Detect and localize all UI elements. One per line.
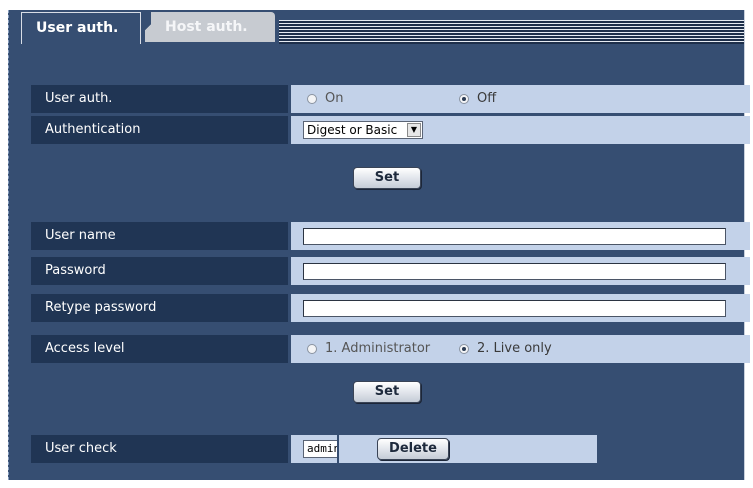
retype-password-input[interactable] — [303, 300, 726, 317]
user-auth-on-label: On — [325, 91, 344, 106]
set-user-button[interactable]: Set — [353, 381, 421, 403]
password-input[interactable] — [303, 263, 726, 280]
tab-host-auth[interactable]: Host auth. — [145, 12, 275, 42]
user-auth-off-label: Off — [477, 91, 497, 106]
password-value-cell — [291, 257, 750, 285]
access-administrator-label: 1. Administrator — [325, 341, 431, 356]
access-live-only-label: 2. Live only — [477, 341, 552, 356]
user-name-value-cell — [291, 222, 750, 250]
delete-button[interactable]: Delete — [377, 438, 449, 460]
access-level-value-cell: 1. Administrator 2. Live only — [291, 335, 750, 363]
user-auth-on-radio[interactable]: On — [307, 92, 343, 106]
retype-password-value-cell — [291, 294, 750, 322]
tab-bar-decoration — [279, 20, 744, 44]
row-user-name: User name — [31, 222, 750, 250]
tab-corner-decoration — [145, 12, 151, 42]
row-password: Password — [31, 257, 750, 285]
user-name-input[interactable] — [303, 228, 726, 245]
radio-icon — [459, 344, 469, 354]
authentication-selected-value: Digest or Basic — [307, 123, 398, 137]
delete-cell: Delete — [337, 435, 490, 463]
row-user-check: User check admin[1] ▼ Delete — [31, 435, 750, 463]
access-live-only-radio[interactable]: 2. Live only — [459, 342, 552, 356]
user-name-label: User name — [31, 222, 288, 250]
settings-panel: Host auth. User auth. User auth. On Off … — [8, 10, 750, 480]
row-user-auth: User auth. On Off — [31, 85, 750, 113]
radio-icon — [307, 94, 317, 104]
password-label: Password — [31, 257, 288, 285]
row-access-level: Access level 1. Administrator 2. Live on… — [31, 335, 750, 363]
authentication-value-cell: Digest or Basic ▼ — [291, 116, 750, 144]
tab-bar: Host auth. User auth. — [9, 10, 744, 44]
set-auth-button[interactable]: Set — [353, 167, 421, 189]
retype-password-label: Retype password — [31, 294, 288, 322]
user-auth-off-radio[interactable]: Off — [459, 92, 496, 106]
tab-user-auth[interactable]: User auth. — [21, 12, 141, 44]
row-authentication: Authentication Digest or Basic ▼ — [31, 116, 750, 144]
chevron-down-icon[interactable]: ▼ — [407, 123, 421, 137]
authentication-select[interactable]: Digest or Basic ▼ — [303, 121, 423, 139]
access-administrator-radio[interactable]: 1. Administrator — [307, 342, 430, 356]
user-auth-label: User auth. — [31, 85, 288, 113]
user-check-label: User check — [31, 435, 288, 463]
access-level-label: Access level — [31, 335, 288, 363]
user-auth-value-cell: On Off — [291, 85, 750, 113]
authentication-label: Authentication — [31, 116, 288, 144]
row-retype-password: Retype password — [31, 294, 750, 322]
radio-icon — [307, 344, 317, 354]
radio-icon — [459, 94, 469, 104]
